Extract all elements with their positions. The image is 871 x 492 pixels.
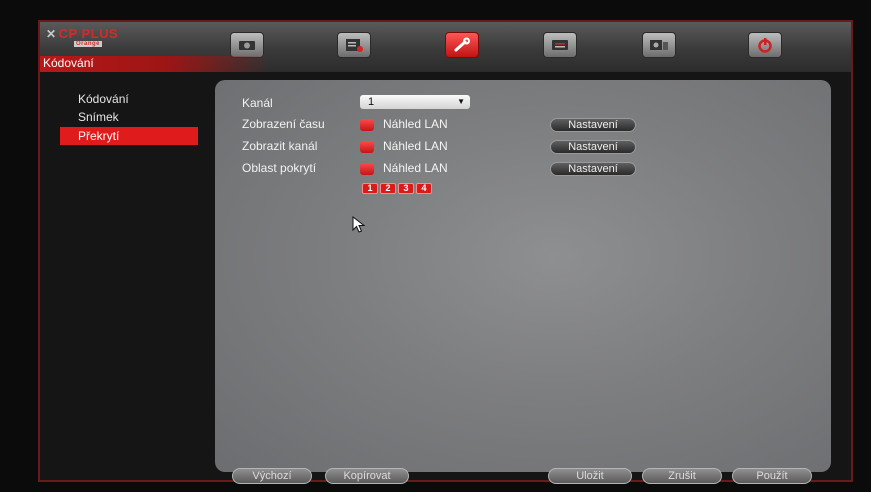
channel-label: Kanál [242, 96, 273, 110]
network-icon[interactable] [543, 32, 577, 58]
dvr-window: ✕ CP PLUS Orange Kódování Kódování Snímek… [38, 20, 853, 484]
channel-display-checkbox-label: Náhled LAN [383, 139, 448, 153]
copy-button[interactable]: Kopírovat [325, 468, 409, 484]
time-display-checkbox[interactable] [360, 119, 374, 131]
sidebar-item-overlay[interactable]: Překrytí [60, 127, 198, 145]
cover-area-checkbox-label: Náhled LAN [383, 161, 448, 175]
settings-panel: Kanál 1 ▼ Zobrazení času Náhled LAN Nast… [215, 80, 831, 484]
channel-select[interactable]: 1 ▼ [360, 95, 470, 109]
time-display-checkbox-label: Náhled LAN [383, 117, 448, 131]
camera-icon[interactable] [230, 32, 264, 58]
top-toolbar: ✕ CP PLUS Orange Kódování [40, 22, 851, 72]
region-2-toggle[interactable]: 2 [380, 183, 396, 194]
chevron-down-icon: ▼ [457, 97, 465, 106]
brand-logo: ✕ CP PLUS Orange [46, 26, 119, 47]
record-icon[interactable] [337, 32, 371, 58]
settings-wrench-icon[interactable] [445, 32, 479, 58]
sidebar-item-snapshot[interactable]: Snímek [60, 108, 198, 126]
channel-select-value: 1 [368, 96, 375, 108]
cover-area-label: Oblast pokrytí [242, 161, 317, 175]
channel-display-label: Zobrazit kanál [242, 139, 318, 153]
region-3-toggle[interactable]: 3 [398, 183, 414, 194]
sidebar-item-encoding[interactable]: Kódování [60, 90, 198, 108]
time-display-label: Zobrazení času [242, 117, 325, 131]
save-button[interactable]: Uložit [548, 468, 632, 484]
mouse-pointer-icon [352, 216, 366, 233]
channel-display-settings-button[interactable]: Nastavení [550, 140, 636, 154]
page-title: Kódování [43, 56, 94, 70]
region-1-toggle[interactable]: 1 [362, 183, 378, 194]
cover-area-settings-button[interactable]: Nastavení [550, 162, 636, 176]
channel-display-checkbox[interactable] [360, 141, 374, 153]
cancel-button[interactable]: Zrušit [642, 468, 722, 484]
region-4-toggle[interactable]: 4 [416, 183, 432, 194]
system-info-icon[interactable] [642, 32, 676, 58]
default-button[interactable]: Výchozí [232, 468, 312, 484]
cover-area-checkbox[interactable] [360, 163, 374, 175]
time-display-settings-button[interactable]: Nastavení [550, 118, 636, 132]
page-title-bar: Kódování [40, 56, 270, 72]
shutdown-icon[interactable] [748, 32, 782, 58]
apply-button[interactable]: Použít [732, 468, 812, 484]
